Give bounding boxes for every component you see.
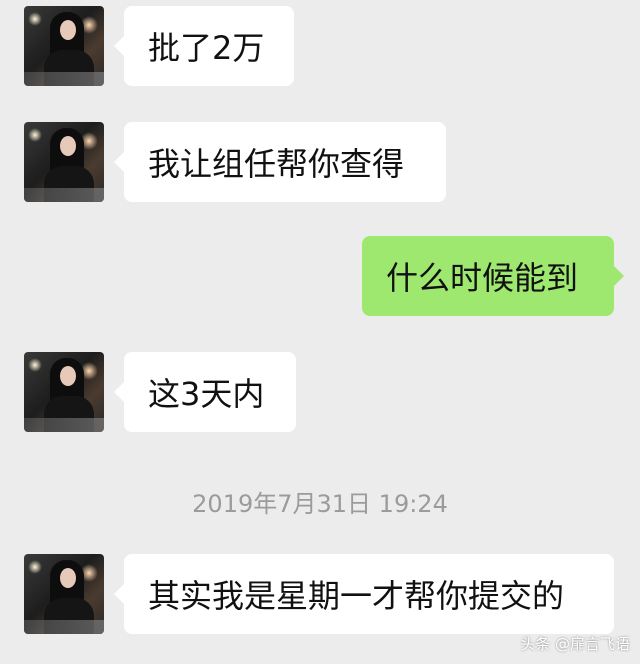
contact-avatar-icon[interactable]	[24, 6, 104, 86]
incoming-message-bubble[interactable]: 我让组任帮你查得	[114, 122, 446, 202]
message-text: 其实我是星期一才帮你提交的	[148, 577, 565, 615]
message-row: 其实我是星期一才帮你提交的	[0, 554, 640, 634]
message-row: 批了2万	[0, 6, 640, 86]
outgoing-message-bubble[interactable]: 什么时候能到	[362, 236, 624, 316]
message-row: 这3天内	[0, 352, 640, 432]
chat-window: 批了2万 我让组任帮你查得 什么时候能到 这3天内 2019年7月31日 19:…	[0, 0, 640, 664]
contact-avatar-icon[interactable]	[24, 122, 104, 202]
message-timestamp: 2019年7月31日 19:24	[192, 490, 448, 518]
message-row: 什么时候能到	[0, 236, 640, 316]
message-text: 批了2万	[148, 29, 265, 67]
watermark: 头条 @扉言飞语	[520, 635, 630, 653]
message-text: 这3天内	[148, 375, 265, 413]
message-text: 我让组任帮你查得	[148, 145, 405, 183]
incoming-message-bubble[interactable]: 这3天内	[114, 352, 296, 432]
incoming-message-bubble[interactable]: 其实我是星期一才帮你提交的	[114, 554, 614, 634]
incoming-message-bubble[interactable]: 批了2万	[114, 6, 294, 86]
contact-avatar-icon[interactable]	[24, 352, 104, 432]
contact-avatar-icon[interactable]	[24, 554, 104, 634]
message-text: 什么时候能到	[386, 259, 579, 297]
message-row: 我让组任帮你查得	[0, 122, 640, 202]
